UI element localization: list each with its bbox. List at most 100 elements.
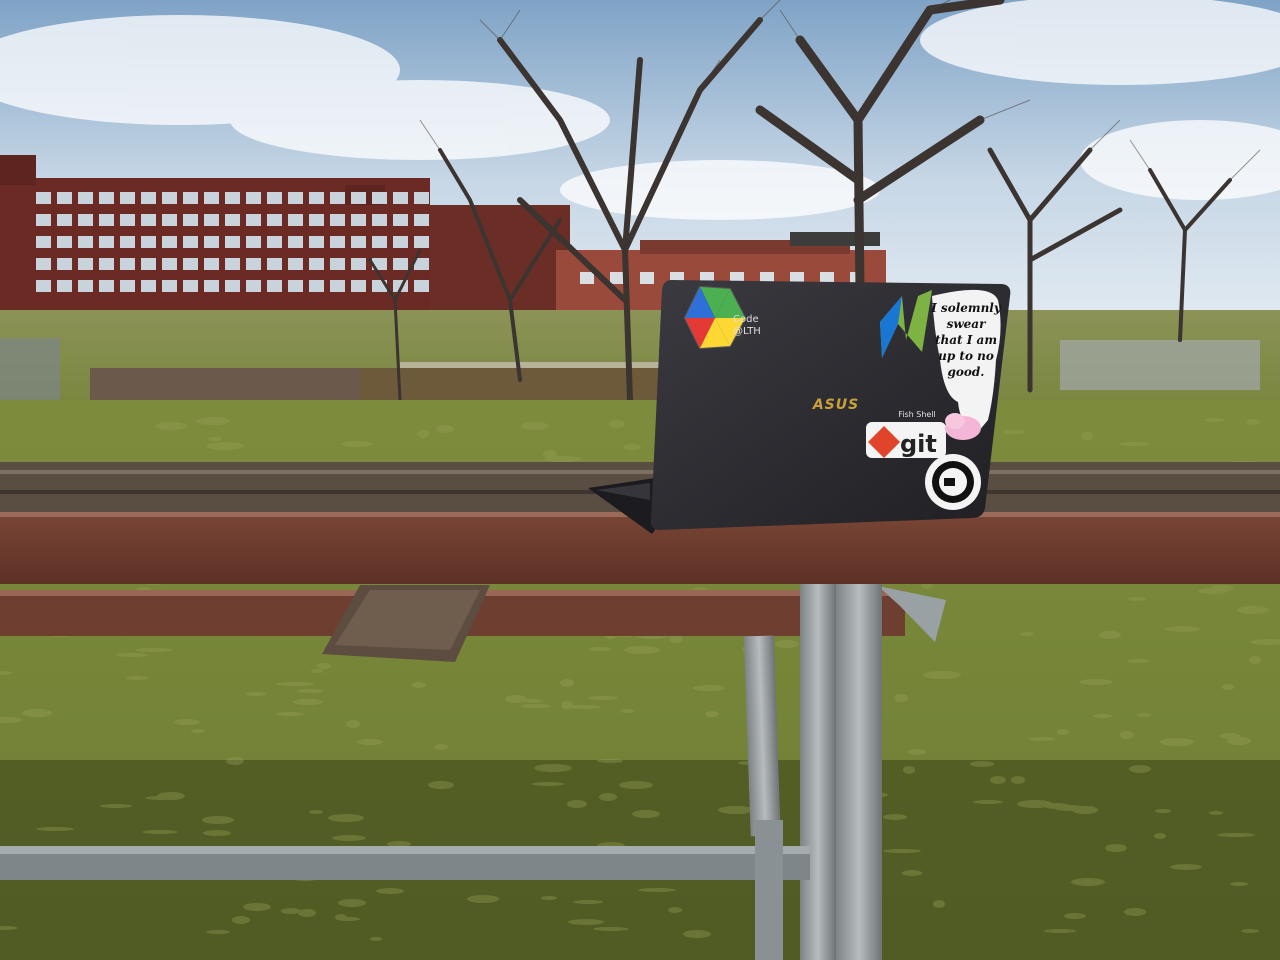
git-sticker: git xyxy=(866,422,946,458)
grass-patch xyxy=(532,782,564,786)
grass-patch xyxy=(902,870,922,876)
building-window xyxy=(141,258,156,270)
building-window xyxy=(183,258,198,270)
building-window xyxy=(120,214,135,226)
grass-patch xyxy=(1071,878,1105,886)
building-window xyxy=(246,280,261,292)
grass-patch xyxy=(573,900,603,904)
grass-patch xyxy=(317,663,331,669)
building-window xyxy=(309,258,324,270)
code-lth-label: Code @LTH xyxy=(733,314,761,337)
grass-patch xyxy=(521,422,549,430)
building-window xyxy=(57,236,72,248)
grass-patch xyxy=(126,676,148,680)
grass-patch xyxy=(1154,833,1166,839)
table-leg-left xyxy=(800,584,836,960)
building-window xyxy=(225,258,240,270)
grass-patch xyxy=(588,696,618,700)
grass-patch xyxy=(467,895,499,903)
grass-patch xyxy=(973,800,1003,804)
building-window xyxy=(36,280,51,292)
building-window xyxy=(288,192,303,204)
grass-patch xyxy=(196,417,230,425)
grass-patch xyxy=(1222,684,1234,690)
railing-right xyxy=(1060,340,1260,390)
grass-patch xyxy=(669,635,683,643)
park-photo: ASUS Code @LTH I solemnly swear that I am up… xyxy=(0,0,1280,960)
building-window xyxy=(330,236,345,248)
grass-patch xyxy=(206,930,230,934)
grass-patch xyxy=(599,793,617,801)
building-window xyxy=(225,236,240,248)
building-window xyxy=(141,236,156,248)
grass-patch xyxy=(1246,419,1260,425)
swear-line: swear xyxy=(947,317,987,331)
building-window xyxy=(330,258,345,270)
grass-patch xyxy=(1079,679,1113,685)
building-window xyxy=(183,192,198,204)
grass-patch xyxy=(1137,713,1151,717)
grass-patch xyxy=(1099,631,1121,639)
grass-patch xyxy=(1128,597,1146,601)
grass-patch xyxy=(883,849,921,853)
grass-patch xyxy=(933,900,945,908)
grass-patch xyxy=(990,776,1006,784)
building-window xyxy=(78,214,93,226)
building-window xyxy=(393,236,408,248)
grass-patch xyxy=(309,810,323,814)
building-window xyxy=(78,280,93,292)
grass-patch xyxy=(589,647,611,651)
building-window xyxy=(183,280,198,292)
grass-patch xyxy=(1029,737,1055,741)
grass-patch xyxy=(1237,606,1269,614)
building-window xyxy=(99,236,114,248)
grass-patch xyxy=(1170,864,1202,870)
grass-patch xyxy=(505,695,527,703)
building-window xyxy=(414,236,429,248)
building-window xyxy=(162,236,177,248)
asus-logo: ASUS xyxy=(812,397,859,413)
grass-patch xyxy=(341,441,373,447)
building-window xyxy=(162,214,177,226)
grass-patch xyxy=(1093,714,1113,718)
building-window xyxy=(57,192,72,204)
building-window xyxy=(267,192,282,204)
grass-patch xyxy=(693,685,725,691)
grass-patch xyxy=(428,781,454,789)
building-window xyxy=(267,236,282,248)
grass-patch xyxy=(1127,659,1149,663)
grass-patch xyxy=(1120,731,1134,739)
grass-patch xyxy=(311,669,323,673)
grass-patch xyxy=(903,766,915,774)
grass-patch xyxy=(619,781,653,789)
building-window xyxy=(246,236,261,248)
grass-patch xyxy=(434,744,448,750)
grass-patch xyxy=(623,444,641,450)
grass-patch xyxy=(1011,776,1025,784)
building-window xyxy=(267,280,282,292)
building-window xyxy=(372,192,387,204)
building-window xyxy=(162,192,177,204)
building-window xyxy=(225,192,240,204)
grass-patch xyxy=(1129,765,1151,773)
grass-patch xyxy=(1209,811,1223,815)
building-window xyxy=(162,258,177,270)
building-window xyxy=(225,214,240,226)
grass-patch xyxy=(1241,929,1259,933)
diagonal-brace xyxy=(755,820,783,960)
grass-patch xyxy=(1057,729,1069,735)
building-window xyxy=(99,258,114,270)
grass-patch xyxy=(1249,656,1261,664)
grass-patch xyxy=(338,899,366,907)
railing-left xyxy=(0,338,60,400)
grass-patch xyxy=(226,757,244,765)
grass-patch xyxy=(346,720,360,728)
building-window xyxy=(120,192,135,204)
grass-patch xyxy=(116,653,148,657)
building-window xyxy=(640,272,654,284)
grass-patch xyxy=(894,694,908,702)
building-window xyxy=(204,214,219,226)
grass-patch xyxy=(1166,626,1200,632)
grass-patch xyxy=(1017,800,1053,808)
grass-patch xyxy=(521,704,551,708)
